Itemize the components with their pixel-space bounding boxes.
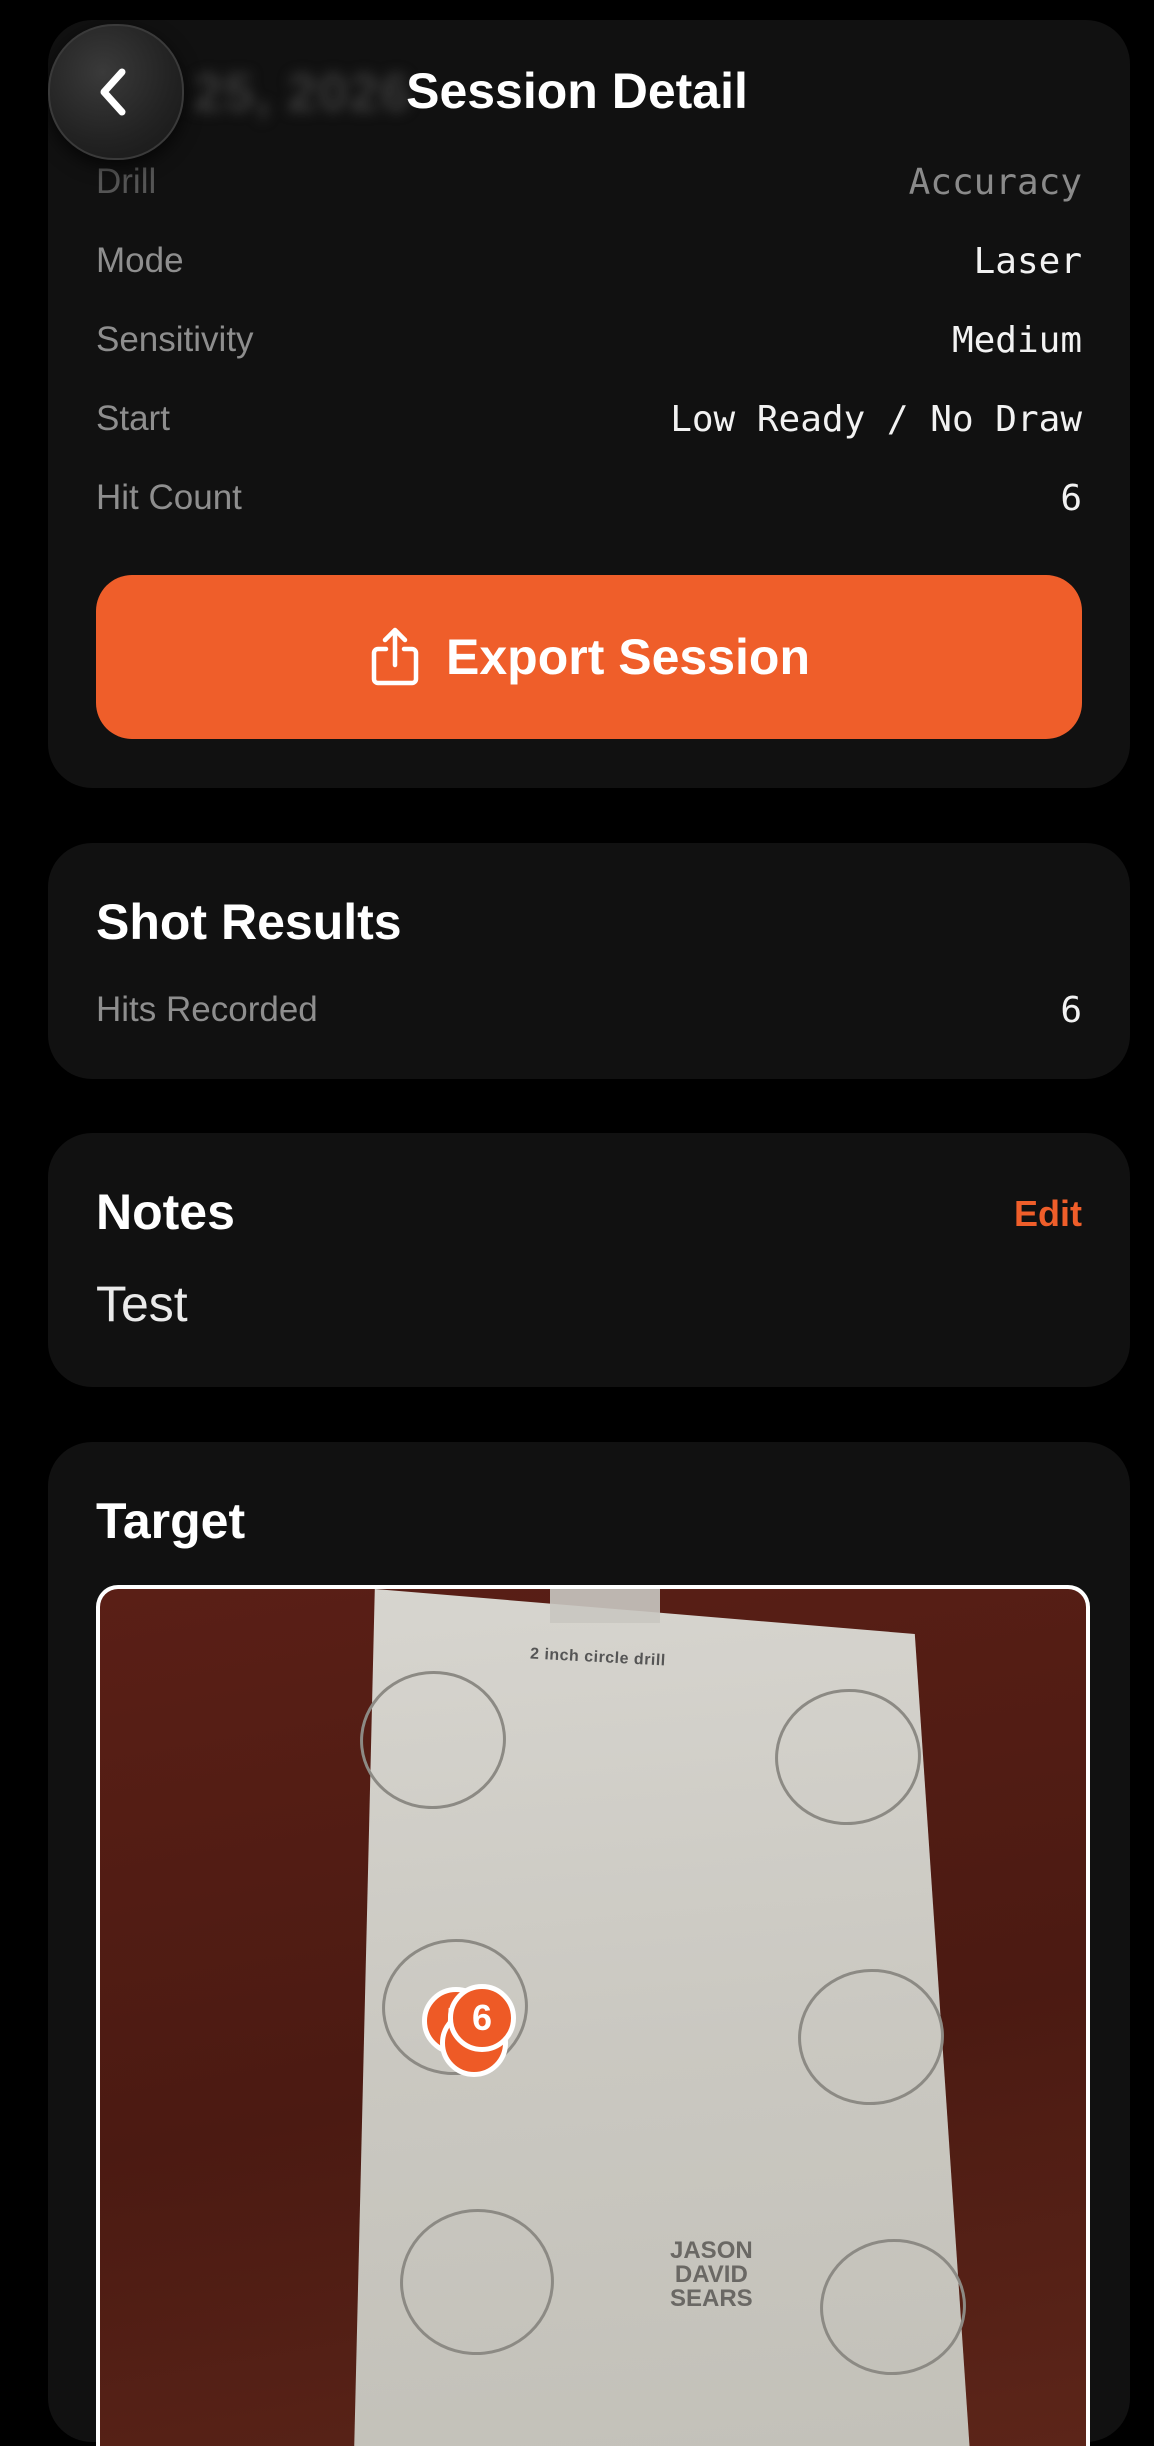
logo-line: JASON: [670, 2237, 753, 2264]
hits-recorded-value: 6: [1060, 990, 1082, 1031]
detail-value: Laser: [973, 241, 1082, 282]
detail-value: 6: [1060, 478, 1082, 519]
detail-row-start: Start Low Ready / No Draw: [96, 399, 1082, 459]
note-text: Test: [96, 1276, 188, 1332]
target-card: Target 2 inch circle drill JASON DAVID S…: [48, 1442, 1130, 2446]
detail-value: Accuracy: [908, 162, 1082, 203]
page-title: Session Detail: [406, 63, 748, 119]
detail-row-sensitivity: Sensitivity Medium: [96, 320, 1082, 380]
detail-value: Low Ready / No Draw: [670, 399, 1082, 440]
notes-title: Notes: [96, 1184, 235, 1240]
export-session-label: Export Session: [446, 629, 810, 685]
nav-header: Jul 25, 2026 Session Detail: [0, 0, 1154, 160]
detail-label: Drill: [96, 162, 157, 201]
edit-notes-button[interactable]: Edit: [1014, 1193, 1082, 1235]
notes-card: Notes Edit Test: [48, 1133, 1130, 1387]
logo-line: DAVID: [674, 2261, 748, 2288]
detail-value: Medium: [951, 320, 1082, 361]
logo-line: SEARS: [670, 2285, 753, 2312]
shot-results-card: Shot Results Hits Recorded 6: [48, 843, 1130, 1079]
target-title: Target: [96, 1493, 246, 1549]
detail-label: Mode: [96, 241, 184, 280]
target-logo: JASON DAVID SEARS: [670, 2239, 753, 2311]
export-session-button[interactable]: Export Session: [96, 575, 1082, 739]
detail-label: Start: [96, 399, 170, 438]
hit-marker[interactable]: 6: [448, 1984, 516, 2052]
shot-results-title: Shot Results: [96, 894, 402, 950]
share-icon: [371, 627, 419, 686]
detail-row-mode: Mode Laser: [96, 241, 1082, 301]
target-image[interactable]: 2 inch circle drill JASON DAVID SEARS 5 …: [96, 1585, 1090, 2446]
detail-label: Sensitivity: [96, 320, 254, 359]
detail-row-drill: Drill Accuracy: [96, 162, 1082, 222]
detail-row-hit-count: Hit Count 6: [96, 478, 1082, 538]
hits-recorded-label: Hits Recorded: [96, 990, 318, 1029]
detail-label: Hit Count: [96, 478, 242, 517]
tape: [550, 1589, 660, 1623]
